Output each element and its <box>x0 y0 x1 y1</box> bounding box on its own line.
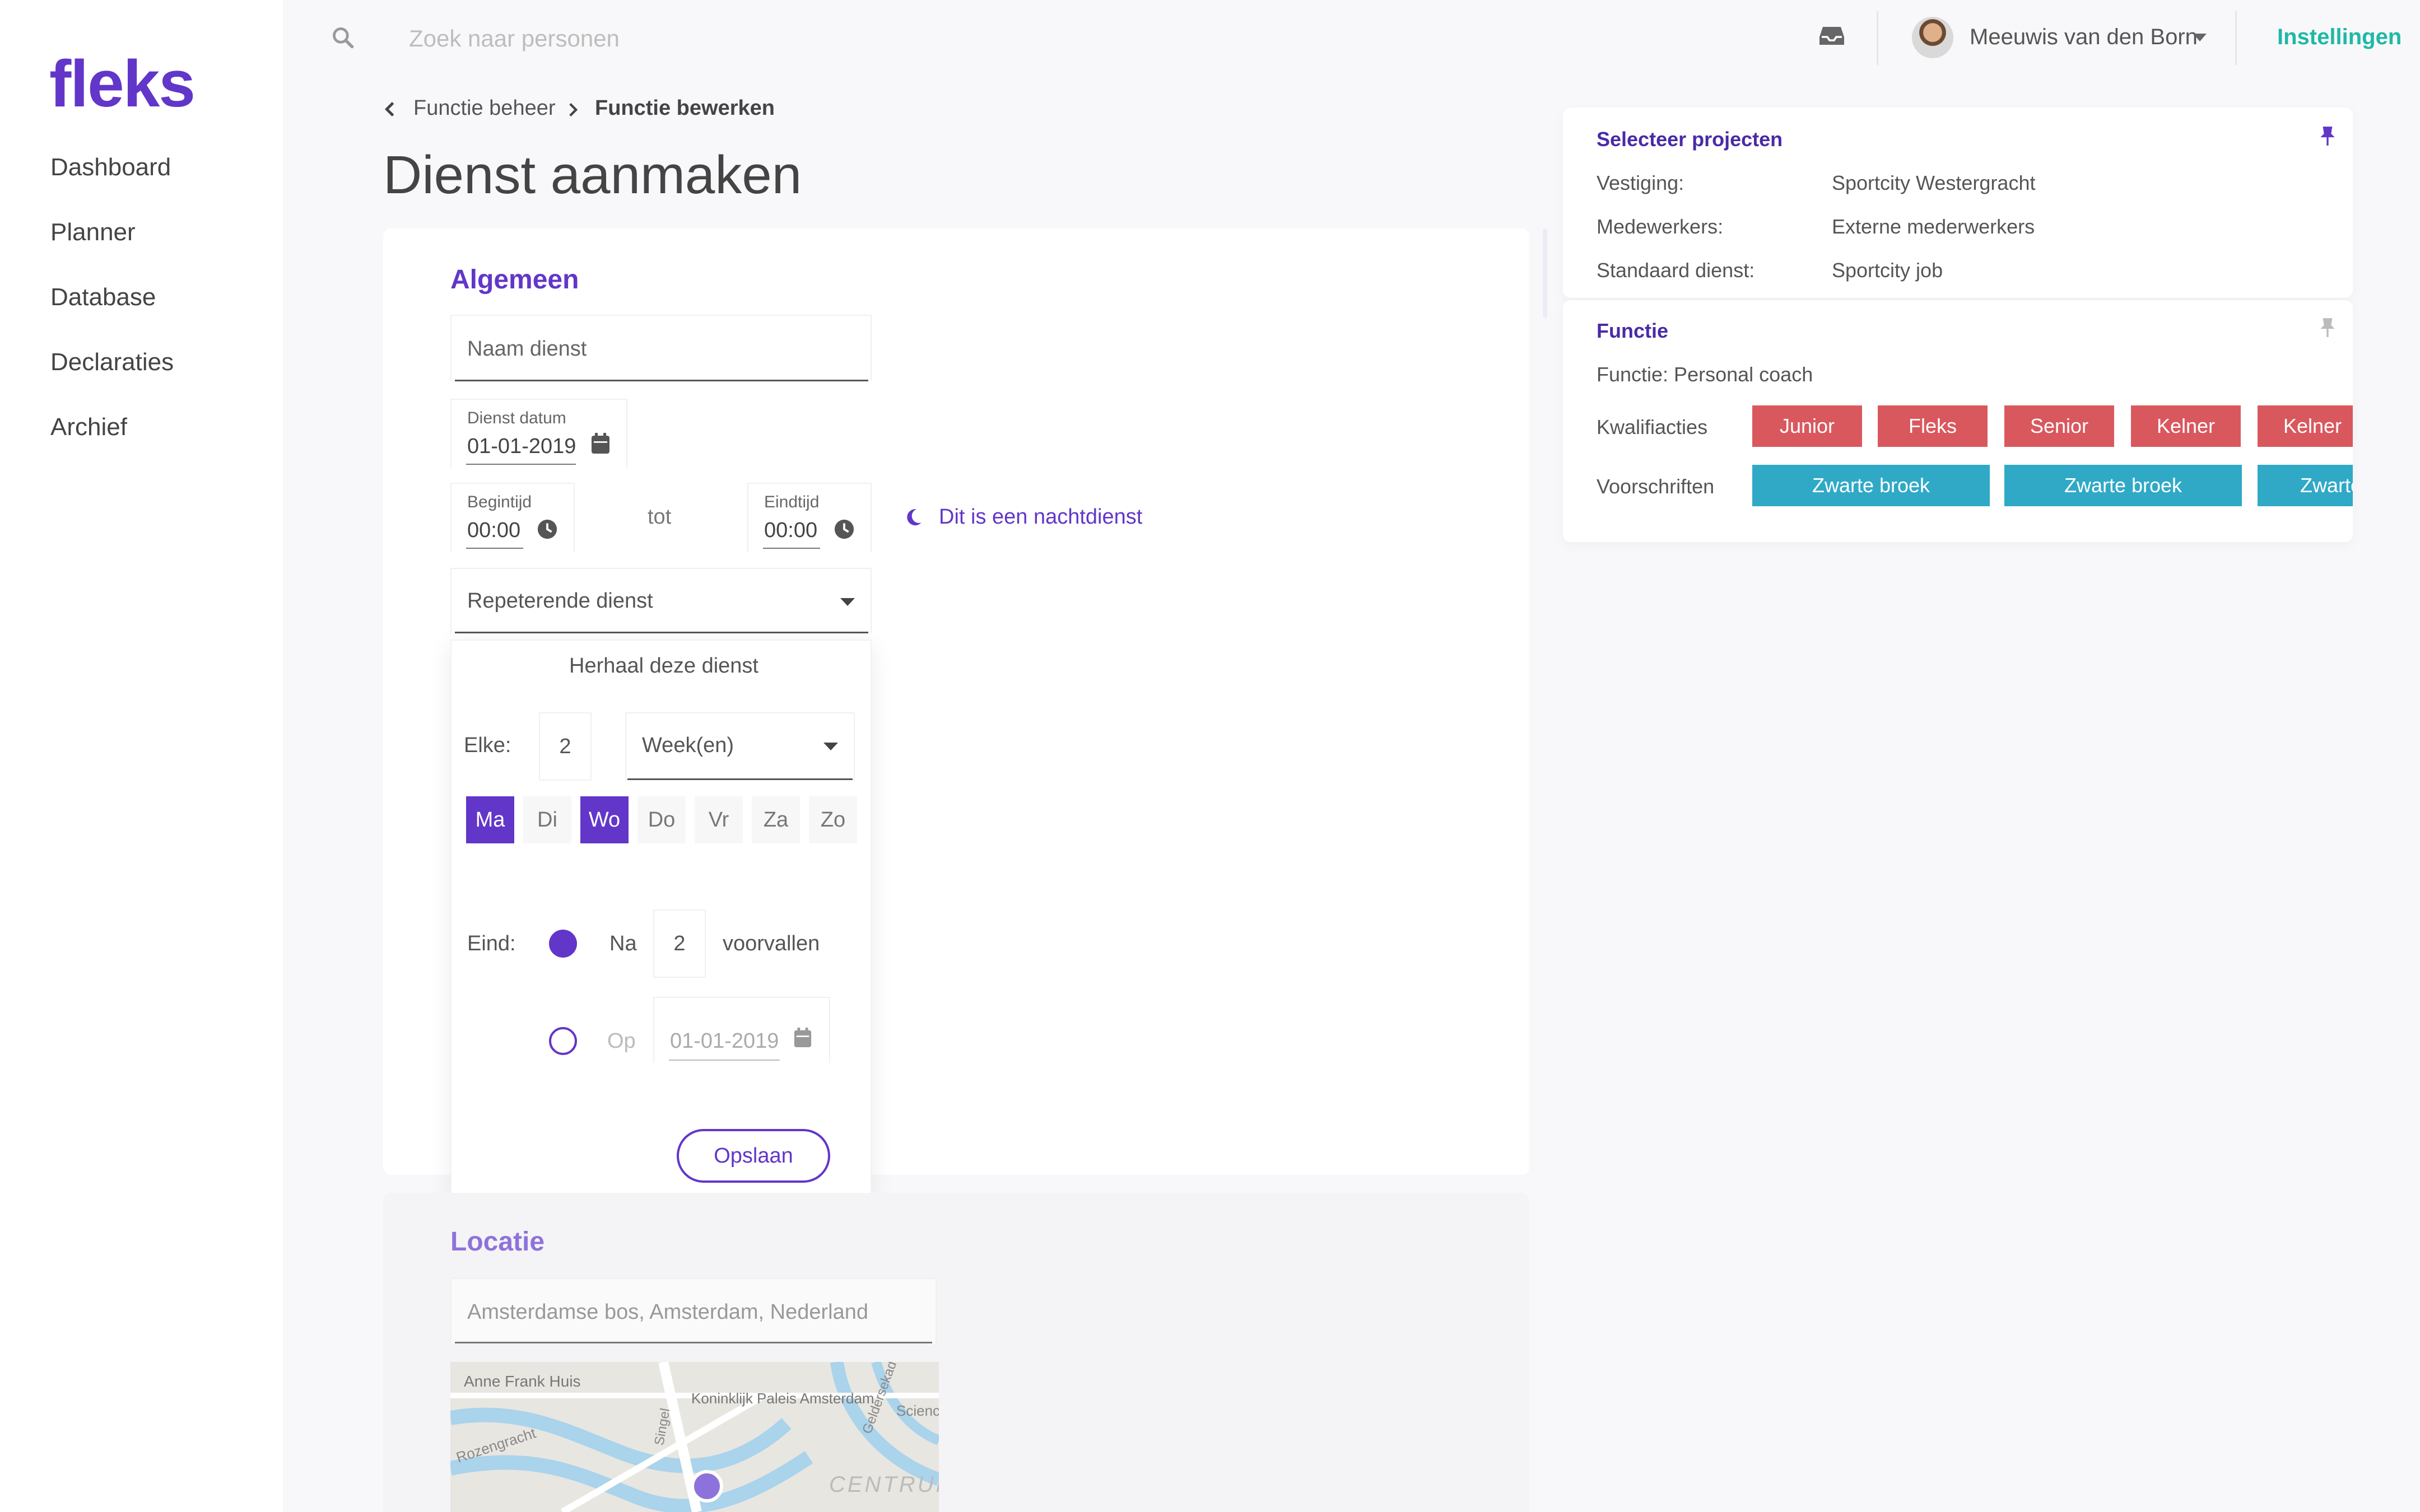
calendar-icon[interactable] <box>793 1027 812 1048</box>
period-value: Week(en) <box>642 734 734 757</box>
sidebar-item-planner[interactable]: Planner <box>50 218 136 246</box>
occurrences-label: voorvallen <box>723 932 820 955</box>
qualification-tag[interactable]: Senior <box>2004 405 2114 447</box>
qualification-tag[interactable]: Kelner <box>2131 405 2241 447</box>
save-button[interactable]: Opslaan <box>677 1129 830 1183</box>
user-name[interactable]: Meeuwis van den Born <box>1970 25 2198 50</box>
page-title: Dienst aanmaken <box>383 145 802 205</box>
day-toggle-do[interactable]: Do <box>637 796 686 843</box>
service-date-value[interactable]: 01-01-2019 <box>467 435 576 459</box>
clock-icon[interactable] <box>834 519 855 540</box>
service-name-placeholder: Naam dienst <box>467 337 587 361</box>
field-underline <box>466 548 523 549</box>
field-underline <box>669 1060 780 1061</box>
every-input[interactable]: 2 <box>539 712 592 781</box>
section-title-location: Locatie <box>450 1227 545 1257</box>
logo-text: fleks <box>49 47 196 121</box>
qualification-tag[interactable]: Junior <box>1752 405 1862 447</box>
end-on-date-radio[interactable] <box>549 1027 577 1055</box>
every-label: Elke: <box>464 734 511 757</box>
location-map[interactable]: Anne Frank Huis Koninklijk Paleis Amster… <box>450 1362 939 1512</box>
field-underline <box>466 464 576 465</box>
inbox-icon[interactable] <box>1818 25 1845 47</box>
qualification-tag[interactable]: Fleks <box>1878 405 1988 447</box>
pin-icon[interactable] <box>2319 125 2336 147</box>
day-toggle-ma[interactable]: Ma <box>466 796 514 843</box>
qualifications-label: Kwalifiacties <box>1597 416 1708 438</box>
sidebar-item-dashboard[interactable]: Dashboard <box>50 153 171 181</box>
start-time-label: Begintijd <box>467 493 532 511</box>
projects-title: Selecteer projecten <box>1597 128 1783 151</box>
map-label: CENTRUM <box>829 1472 939 1497</box>
day-toggle-di[interactable]: Di <box>523 796 571 843</box>
scrollbar[interactable] <box>1543 228 1547 318</box>
chevron-right-icon <box>569 103 578 116</box>
start-time-value[interactable]: 00:00 <box>467 519 520 543</box>
end-label: Eind: <box>467 932 516 955</box>
clock-icon[interactable] <box>537 519 558 540</box>
repeat-shift-label: Repeterende dienst <box>467 589 653 613</box>
service-date-label: Dienst datum <box>467 409 566 427</box>
on-label: Op <box>607 1029 636 1053</box>
field-underline <box>763 548 820 549</box>
after-label: Na <box>609 932 637 955</box>
sidebar-item-archief[interactable]: Archief <box>50 413 127 441</box>
sidebar <box>0 0 283 1512</box>
search-input[interactable] <box>409 21 913 56</box>
caret-down-icon[interactable] <box>840 598 855 606</box>
calendar-icon[interactable] <box>590 432 611 455</box>
repeat-popup-title: Herhaal deze dienst <box>569 654 758 678</box>
projects-row-label: Vestiging: <box>1597 171 1684 194</box>
day-toggle-zo[interactable]: Zo <box>809 796 857 843</box>
settings-link[interactable]: Instellingen <box>2277 25 2402 50</box>
map-label: Scienc <box>896 1402 939 1419</box>
end-after-radio[interactable] <box>549 930 577 958</box>
day-toggle-wo[interactable]: Wo <box>580 796 629 843</box>
projects-row-label: Standaard dienst: <box>1597 259 1755 282</box>
address-value[interactable]: Amsterdamse bos, Amsterdam, Nederland <box>467 1300 868 1324</box>
breadcrumb-parent[interactable]: Functie beheer <box>413 96 556 120</box>
field-underline <box>455 1342 932 1343</box>
field-underline <box>455 380 868 381</box>
projects-row-label: Medewerkers: <box>1597 215 1724 238</box>
rules-label: Voorschriften <box>1597 475 1715 498</box>
occurrences-input[interactable]: 2 <box>653 909 706 978</box>
projects-row-value[interactable]: Externe mederwerkers <box>1832 215 2035 239</box>
night-shift-toggle[interactable]: Dit is een nachtdienst <box>939 505 1142 529</box>
to-label: tot <box>648 505 672 529</box>
rule-tag[interactable]: Zwarte broek <box>1752 465 1990 506</box>
fleks-logo[interactable]: fleks <box>49 46 196 122</box>
caret-down-icon[interactable] <box>823 743 838 750</box>
moon-icon[interactable] <box>904 507 923 526</box>
field-underline <box>455 632 868 633</box>
projects-row-value[interactable]: Sportcity job <box>1832 259 1943 282</box>
projects-row-value[interactable]: Sportcity Westergracht <box>1832 171 2035 195</box>
chevron-down-icon[interactable] <box>2193 34 2207 41</box>
end-time-label: Eindtijd <box>764 493 820 511</box>
topbar-divider <box>2235 11 2237 65</box>
day-toggle-vr[interactable]: Vr <box>695 796 743 843</box>
field-underline <box>627 778 853 780</box>
section-title-general: Algemeen <box>450 265 579 295</box>
rule-tag[interactable]: Zwarte <box>2258 465 2353 506</box>
function-title: Functie <box>1597 319 1669 342</box>
sidebar-item-declaraties[interactable]: Declaraties <box>50 348 174 376</box>
map-label: Anne Frank Huis <box>464 1373 581 1390</box>
day-toggle-za[interactable]: Za <box>752 796 800 843</box>
breadcrumb-current: Functie bewerken <box>595 96 775 120</box>
qualification-tag[interactable]: Kelner <box>2258 405 2353 447</box>
search-icon[interactable] <box>331 25 355 50</box>
sidebar-item-database[interactable]: Database <box>50 283 156 311</box>
chevron-left-icon[interactable] <box>383 101 397 118</box>
map-graphic: Anne Frank Huis Koninklijk Paleis Amster… <box>450 1362 939 1512</box>
function-name: Functie: Personal coach <box>1597 363 1813 386</box>
rule-tag[interactable]: Zwarte broek <box>2004 465 2242 506</box>
end-date-value[interactable]: 01-01-2019 <box>670 1029 779 1053</box>
map-label: Koninklijk Paleis Amsterdam <box>691 1390 874 1407</box>
end-time-value[interactable]: 00:00 <box>764 519 817 543</box>
pin-icon[interactable] <box>2319 317 2336 338</box>
topbar-divider <box>1877 11 1878 65</box>
avatar[interactable] <box>1912 17 1953 58</box>
